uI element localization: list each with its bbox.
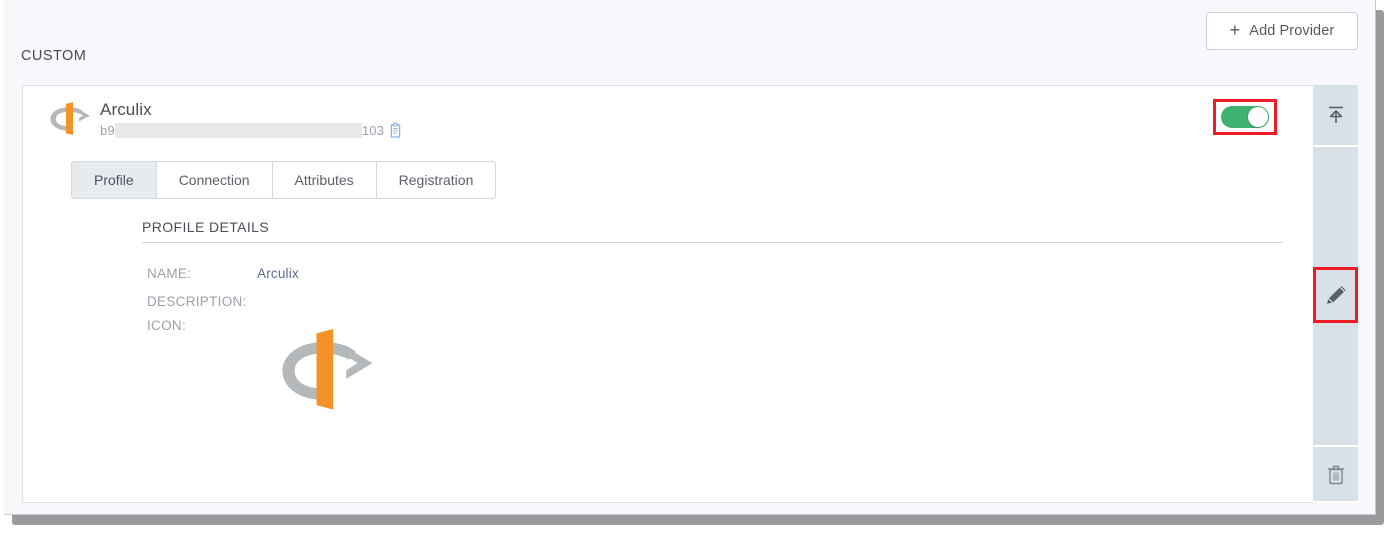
add-provider-label: Add Provider [1249,23,1335,39]
detail-row-name: NAME: Arculix [147,266,299,281]
copy-clipboard-icon[interactable] [389,123,402,138]
screenshot-viewport: + Add Provider CUSTOM Arculix b9 103 Pro… [0,0,1395,534]
add-provider-button[interactable]: + Add Provider [1206,12,1358,50]
toggle-knob [1248,107,1268,127]
provider-card: Arculix b9 103 Profile Connection Attrib… [22,85,1358,503]
provider-id-redaction-bar [114,123,362,138]
section-divider [142,242,1283,243]
profile-details-heading: PROFILE DETAILS [142,219,270,235]
detail-label-name: NAME: [147,266,192,281]
arculix-logo-large-icon [282,329,373,410]
plus-icon: + [1229,20,1241,40]
provider-id-row: b9 103 [100,122,402,139]
arculix-logo-icon [50,102,90,135]
provider-group-label: CUSTOM [21,48,87,64]
tab-attributes[interactable]: Attributes [272,161,377,199]
provider-id-suffix: 103 [361,123,385,138]
page-toolbar: + Add Provider [4,0,1375,62]
provider-id-prefix: b9 [100,123,115,138]
provider-tabs: Profile Connection Attributes Registrati… [71,161,497,199]
detail-value-name: Arculix [257,266,299,281]
detail-row-description: DESCRIPTION: [147,294,257,309]
tab-profile[interactable]: Profile [71,161,157,199]
trash-delete-icon [1327,465,1344,485]
delete-provider-button[interactable] [1313,445,1358,503]
detail-label-icon: ICON: [147,318,187,333]
edit-provider-button[interactable] [1313,267,1358,323]
provider-card-header: Arculix b9 103 [23,86,1313,148]
enable-provider-toggle-highlight[interactable] [1213,99,1277,135]
detail-row-icon: ICON: [147,318,257,333]
provider-name-title: Arculix [100,100,152,119]
tab-registration[interactable]: Registration [376,161,497,199]
identity-providers-page: + Add Provider CUSTOM Arculix b9 103 Pro… [4,0,1376,515]
pencil-edit-icon [1326,286,1346,304]
detail-label-description: DESCRIPTION: [147,294,247,309]
upload-provider-button[interactable] [1313,85,1358,147]
tab-connection[interactable]: Connection [156,161,273,199]
upload-icon [1328,106,1343,123]
enable-provider-toggle[interactable] [1221,106,1269,128]
